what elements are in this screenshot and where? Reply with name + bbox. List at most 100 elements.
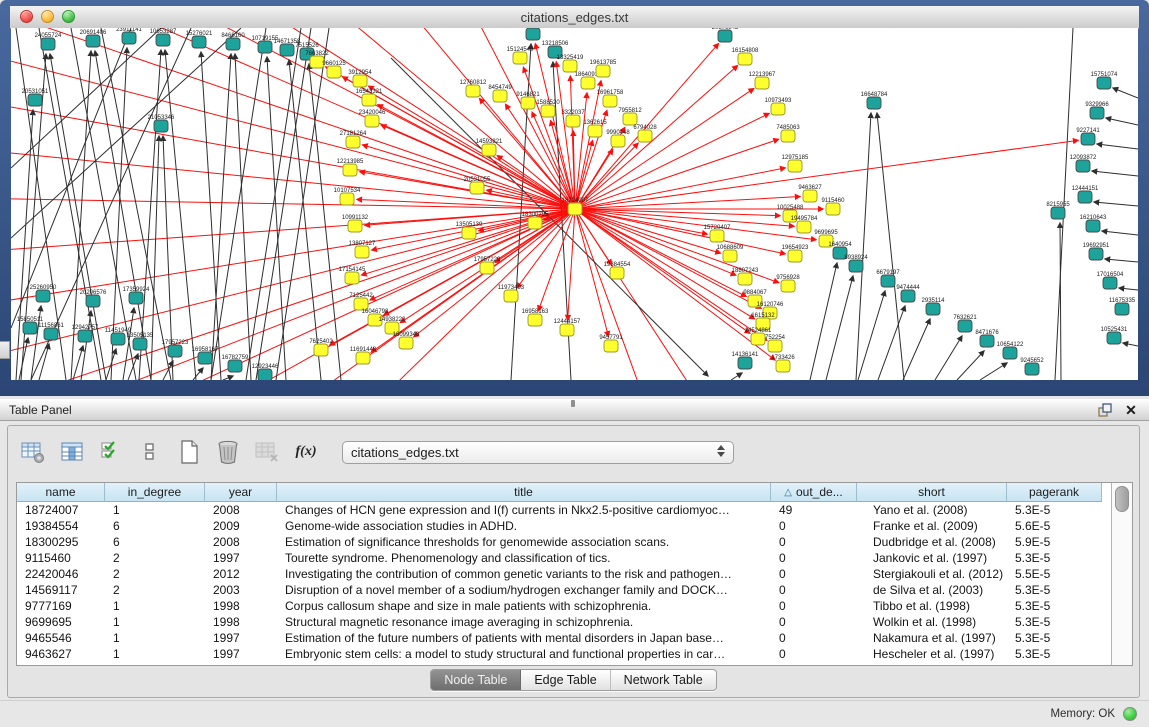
network-window-titlebar[interactable]: citations_edges.txt <box>10 6 1139 29</box>
graph-node-9990448[interactable] <box>611 135 625 147</box>
graph-node-15276021[interactable] <box>192 36 206 48</box>
graph-node-13505139[interactable] <box>462 227 476 239</box>
graph-node-1588520[interactable] <box>541 105 555 117</box>
graph-node-12923446[interactable] <box>258 369 272 380</box>
tab-node-table[interactable]: Node Table <box>431 670 521 690</box>
graph-node-16782759[interactable] <box>228 360 242 372</box>
graph-node-3912954[interactable] <box>353 75 367 87</box>
table-mode-icon[interactable] <box>20 439 46 465</box>
graph-node-11675335[interactable] <box>1115 303 1129 315</box>
zoom-window-button[interactable] <box>62 10 75 23</box>
minimize-window-button[interactable] <box>41 10 54 23</box>
graph-node-14671358[interactable] <box>280 44 294 56</box>
graph-node-16961758[interactable] <box>603 95 617 107</box>
column-header-title[interactable]: title <box>277 483 771 502</box>
scrollbar-thumb[interactable] <box>1115 486 1129 512</box>
graph-node-17957223[interactable] <box>168 345 182 357</box>
graph-node-2935114[interactable] <box>926 303 940 315</box>
graph-node-8454749[interactable] <box>493 90 507 102</box>
vertical-scrollbar[interactable] <box>1111 483 1132 665</box>
graph-node-16648784[interactable] <box>867 97 881 109</box>
graph-node-10973493[interactable] <box>771 103 785 115</box>
graph-node-10719155[interactable] <box>258 41 272 53</box>
table-row[interactable]: 946554611997Estimation of the future num… <box>17 630 1111 646</box>
memory-status-indicator[interactable] <box>1123 707 1137 721</box>
graph-node-10688609[interactable] <box>723 250 737 262</box>
graph-node-3322037[interactable] <box>566 115 580 127</box>
show-columns-icon[interactable] <box>59 439 85 465</box>
table-row[interactable]: 1456911722003Disruption of a novel membe… <box>17 582 1111 598</box>
close-panel-icon[interactable]: ✕ <box>1123 402 1139 418</box>
graph-node-1362615[interactable] <box>588 125 602 137</box>
table-row[interactable]: 1938455462009Genome-wide association stu… <box>17 518 1111 534</box>
graph-node-12444157[interactable] <box>560 324 574 336</box>
delete-column-icon[interactable] <box>215 439 241 465</box>
graph-node-19692951[interactable] <box>1089 248 1103 260</box>
graph-node-12093872[interactable] <box>1076 160 1090 172</box>
graph-node-16099348[interactable] <box>399 337 413 349</box>
graph-node-9329966[interactable] <box>1090 107 1104 119</box>
graph-node-20206576[interactable] <box>86 295 100 307</box>
tab-edge-table[interactable]: Edge Table <box>521 670 610 690</box>
network-canvas[interactable]: 1872400724055724206914062391114110653287… <box>11 28 1138 380</box>
graph-node-10654122[interactable] <box>1003 347 1017 359</box>
graph-node-12760812[interactable] <box>466 85 480 97</box>
graph-node-11156861[interactable] <box>44 328 58 340</box>
graph-node-18724007[interactable] <box>568 203 582 215</box>
graph-node-16154808[interactable] <box>738 53 752 65</box>
graph-node-14136141[interactable] <box>738 357 752 369</box>
graph-node-20531055[interactable] <box>470 182 484 194</box>
graph-node-20876842[interactable] <box>718 30 732 42</box>
panel-splitter-handle[interactable] <box>0 341 10 359</box>
graph-node-8466160[interactable] <box>226 38 240 50</box>
column-header-in_degree[interactable]: in_degree <box>105 483 205 502</box>
graph-node-9474444[interactable] <box>901 290 915 302</box>
graph-node-11973493[interactable] <box>504 290 518 302</box>
column-header-year[interactable]: year <box>205 483 277 502</box>
graph-node-18807243[interactable] <box>738 273 752 285</box>
graph-node-9245652[interactable] <box>1025 363 1039 375</box>
function-builder-icon[interactable]: f(x) <box>293 439 319 465</box>
graph-node-8471676[interactable] <box>980 335 994 347</box>
graph-node-14524861[interactable] <box>751 333 765 345</box>
graph-node-11451949[interactable] <box>111 333 125 345</box>
new-column-icon[interactable] <box>176 439 202 465</box>
tab-network-table[interactable]: Network Table <box>611 670 716 690</box>
table-row[interactable]: 911546021997Tourette syndrome. Phenomeno… <box>17 550 1111 566</box>
graph-node-10653287[interactable] <box>156 34 170 46</box>
graph-node-9463627[interactable] <box>803 190 817 202</box>
close-window-button[interactable] <box>20 10 33 23</box>
float-panel-icon[interactable] <box>1097 402 1113 418</box>
graph-node-10525431[interactable] <box>1107 332 1121 344</box>
graph-node-7485063[interactable] <box>781 130 795 142</box>
column-header-short[interactable]: short <box>857 483 1007 502</box>
graph-node-19654923[interactable] <box>788 250 802 262</box>
graph-node-12213985[interactable] <box>343 164 357 176</box>
graph-node-19613785[interactable] <box>596 65 610 77</box>
graph-node-16958167[interactable] <box>198 352 212 364</box>
graph-node-16958163[interactable] <box>528 314 542 326</box>
column-header-pagerank[interactable]: pagerank <box>1007 483 1102 502</box>
graph-node-13505135[interactable] <box>133 338 147 350</box>
graph-node-12444151[interactable] <box>1078 191 1092 203</box>
graph-node-17154145[interactable] <box>345 272 359 284</box>
graph-node-16210643[interactable] <box>1086 220 1100 232</box>
graph-node-10107534[interactable] <box>340 193 354 205</box>
graph-node-8938924[interactable] <box>849 260 863 272</box>
table-row[interactable]: 1872400712008Changes of HCN gene express… <box>17 502 1111 518</box>
graph-node-12975185[interactable] <box>788 160 802 172</box>
graph-node-10991132[interactable] <box>348 220 362 232</box>
graph-node-18640910[interactable] <box>581 77 595 89</box>
graph-node-6794028[interactable] <box>638 130 652 142</box>
column-header-out_de[interactable]: △out_de... <box>771 483 857 502</box>
graph-node-27181264[interactable] <box>346 136 360 148</box>
graph-node-12942757[interactable] <box>78 330 92 342</box>
select-all-icon[interactable] <box>98 439 124 465</box>
table-row[interactable]: 1830029562008Estimation of significance … <box>17 534 1111 550</box>
unselect-all-icon[interactable] <box>137 439 163 465</box>
graph-node-20531051[interactable] <box>28 94 42 106</box>
graph-node-17016504[interactable] <box>1103 277 1117 289</box>
graph-node-13325419[interactable] <box>563 60 577 72</box>
graph-node-20691406[interactable] <box>86 35 100 47</box>
graph-node-18300295[interactable] <box>528 217 542 229</box>
